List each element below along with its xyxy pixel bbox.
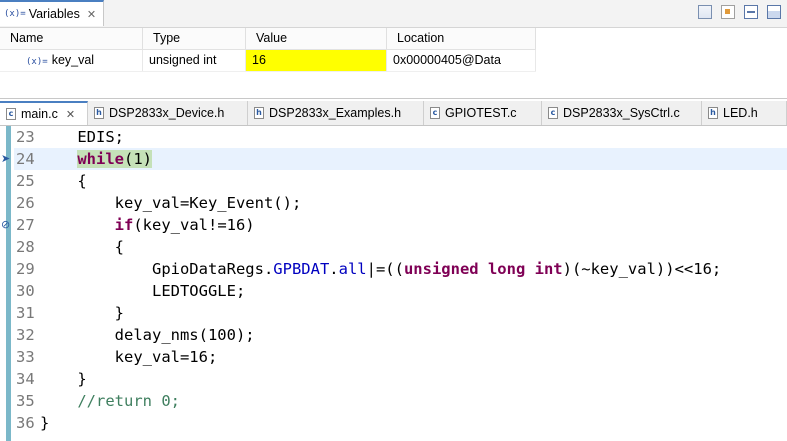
code-text: while(1) bbox=[40, 148, 152, 170]
code-text: GpioDataRegs.GPBDAT.all|=((unsigned long… bbox=[40, 260, 722, 278]
variables-toolbar bbox=[698, 5, 781, 19]
code-line[interactable]: 34 } bbox=[0, 368, 787, 390]
variable-location: 0x00000405@Data bbox=[387, 50, 536, 71]
column-name[interactable]: Name bbox=[0, 28, 143, 49]
line-number: 28 bbox=[16, 238, 35, 256]
add-expression-icon[interactable] bbox=[721, 5, 735, 19]
column-type[interactable]: Type bbox=[143, 28, 246, 49]
code-line[interactable]: ⊘ 27 if(key_val!=16) bbox=[0, 214, 787, 236]
code-text: { bbox=[40, 238, 124, 256]
tab-label: GPIOTEST.c bbox=[445, 106, 517, 120]
line-number: 24 bbox=[16, 150, 35, 168]
line-number: 34 bbox=[16, 370, 35, 388]
c-file-icon: c bbox=[430, 107, 440, 119]
line-number: 31 bbox=[16, 304, 35, 322]
show-types-icon[interactable] bbox=[698, 5, 712, 19]
line-number: 27 bbox=[16, 216, 35, 234]
current-statement-highlight: while(1) bbox=[77, 150, 152, 168]
tab-variables[interactable]: (x)= Variables ✕ bbox=[0, 0, 104, 26]
variable-icon: (x)= bbox=[26, 57, 48, 67]
code-line[interactable]: 23 EDIS; bbox=[0, 126, 787, 148]
column-value[interactable]: Value bbox=[246, 28, 387, 49]
variable-value[interactable]: 16 bbox=[246, 50, 387, 71]
c-file-icon: c bbox=[548, 107, 558, 119]
tab-dsp2833x-device-h[interactable]: h DSP2833x_Device.h bbox=[88, 101, 248, 125]
variable-type: unsigned int bbox=[143, 50, 246, 71]
code-line[interactable]: 31 } bbox=[0, 302, 787, 324]
tab-gpiotest-c[interactable]: c GPIOTEST.c bbox=[424, 101, 542, 125]
code-line[interactable]: 29 GpioDataRegs.GPBDAT.all|=((unsigned l… bbox=[0, 258, 787, 280]
code-line-current[interactable]: ➤ 24 while(1) bbox=[0, 148, 787, 170]
code-editor[interactable]: 23 EDIS; ➤ 24 while(1) 25 { 26 key_val=K… bbox=[0, 126, 787, 441]
code-text: delay_nms(100); bbox=[40, 326, 255, 344]
tab-label: DSP2833x_Examples.h bbox=[269, 106, 402, 120]
close-icon[interactable]: ✕ bbox=[66, 108, 75, 121]
line-number: 33 bbox=[16, 348, 35, 366]
maximize-icon[interactable] bbox=[767, 5, 781, 19]
code-line[interactable]: 33 key_val=16; bbox=[0, 346, 787, 368]
tab-label: DSP2833x_Device.h bbox=[109, 106, 225, 120]
code-text: } bbox=[40, 370, 87, 388]
code-text: key_val=16; bbox=[40, 348, 218, 366]
code-text: if(key_val!=16) bbox=[114, 216, 255, 234]
code-line[interactable]: 35 //return 0; bbox=[0, 390, 787, 412]
variables-table-header: Name Type Value Location bbox=[0, 28, 536, 50]
instruction-pointer-icon[interactable]: ➤ bbox=[1, 148, 10, 170]
editor-tabbar: c main.c ✕ h DSP2833x_Device.h h DSP2833… bbox=[0, 101, 787, 126]
code-line[interactable]: 28 { bbox=[0, 236, 787, 258]
code-text: key_val=Key_Event(); bbox=[40, 194, 302, 212]
tab-dsp2833x-examples-h[interactable]: h DSP2833x_Examples.h bbox=[248, 101, 424, 125]
line-number: 32 bbox=[16, 326, 35, 344]
line-number: 29 bbox=[16, 260, 35, 278]
code-line[interactable]: 25 { bbox=[0, 170, 787, 192]
tab-label: DSP2833x_SysCtrl.c bbox=[563, 106, 680, 120]
variable-name: key_val bbox=[51, 53, 95, 67]
code-text: EDIS; bbox=[40, 128, 124, 146]
line-number: 23 bbox=[16, 128, 35, 146]
code-line[interactable]: 26 key_val=Key_Event(); bbox=[0, 192, 787, 214]
line-number: 25 bbox=[16, 172, 35, 190]
code-text: } bbox=[40, 304, 124, 322]
variable-icon: (x)= bbox=[4, 9, 26, 19]
line-number: 35 bbox=[16, 392, 35, 410]
code-text: { bbox=[40, 172, 87, 190]
breakpoint-icon[interactable]: ⊘ bbox=[1, 214, 10, 236]
tab-label: LED.h bbox=[723, 106, 758, 120]
line-number: 30 bbox=[16, 282, 35, 300]
code-text: } bbox=[40, 414, 50, 432]
close-icon[interactable]: ✕ bbox=[87, 8, 96, 21]
line-number: 36 bbox=[16, 414, 35, 432]
code-text: LEDTOGGLE; bbox=[40, 282, 246, 300]
line-number: 26 bbox=[16, 194, 35, 212]
h-file-icon: h bbox=[708, 107, 718, 119]
collapse-all-icon[interactable] bbox=[744, 5, 758, 19]
tab-label: main.c bbox=[21, 107, 58, 121]
tab-led-h[interactable]: h LED.h bbox=[702, 101, 787, 125]
variables-tabbar: (x)= Variables ✕ bbox=[0, 0, 787, 28]
column-location[interactable]: Location bbox=[387, 28, 536, 49]
c-file-icon: c bbox=[6, 108, 16, 120]
h-file-icon: h bbox=[94, 107, 104, 119]
table-row[interactable]: (x)= key_val unsigned int 16 0x00000405@D… bbox=[0, 50, 536, 72]
tab-dsp2833x-sysctrl-c[interactable]: c DSP2833x_SysCtrl.c bbox=[542, 101, 702, 125]
code-line[interactable]: 32 delay_nms(100); bbox=[0, 324, 787, 346]
variables-view: (x)= Variables ✕ Name Type Value Locatio… bbox=[0, 0, 787, 99]
variable-name-cell: (x)= key_val bbox=[0, 50, 143, 71]
code-text: //return 0; bbox=[77, 392, 180, 410]
h-file-icon: h bbox=[254, 107, 264, 119]
tab-variables-label: Variables bbox=[28, 7, 80, 21]
code-line[interactable]: 30 LEDTOGGLE; bbox=[0, 280, 787, 302]
code-line[interactable]: 36 } bbox=[0, 412, 787, 434]
tab-main-c[interactable]: c main.c ✕ bbox=[0, 101, 88, 125]
